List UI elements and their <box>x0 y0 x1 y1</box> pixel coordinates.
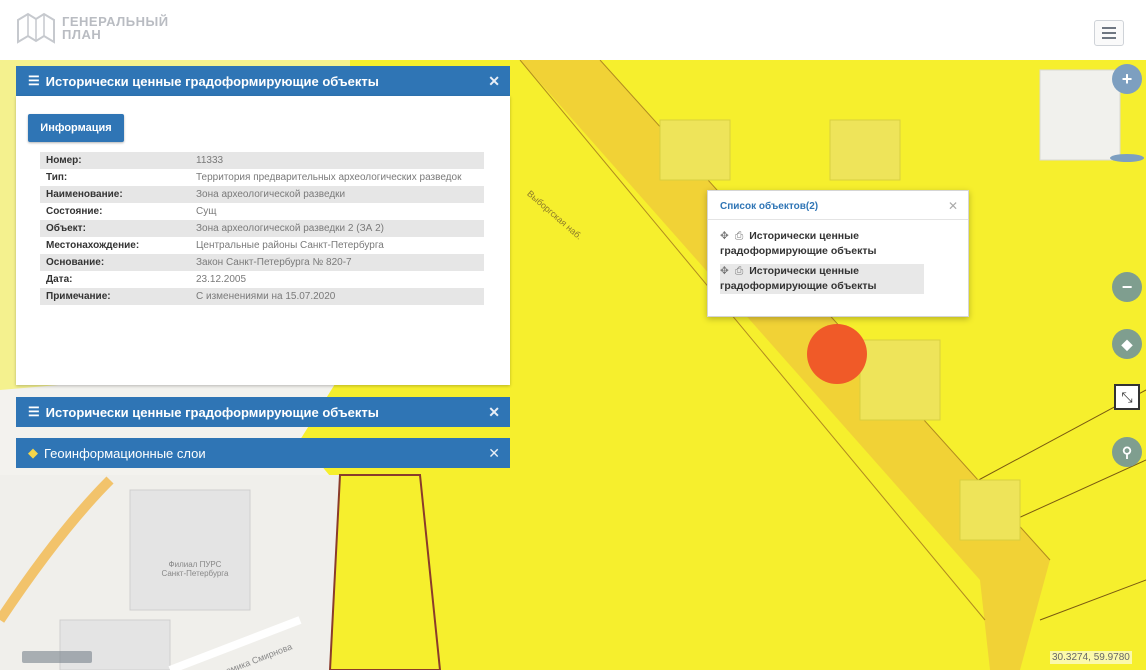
attr-key: Примечание: <box>40 288 190 305</box>
logo-text: ГЕНЕРАЛЬНЫЙ ПЛАН <box>62 15 168 42</box>
logo-line-2: ПЛАН <box>62 27 102 42</box>
collapsed-panel-title: Исторически ценные градоформирующие объе… <box>45 404 379 420</box>
zone-area <box>328 474 442 670</box>
attr-key: Тип: <box>46 172 68 183</box>
map-building <box>129 489 251 611</box>
attr-value: Центральные районы Санкт-Петербурга <box>196 240 384 251</box>
print-icon[interactable]: ⎙ <box>735 230 743 242</box>
popup-list-item[interactable]: ✥ ⎙ Исторически ценные градоформирующие об… <box>720 264 924 294</box>
close-icon[interactable]: ✕ <box>488 445 500 462</box>
cursor-coordinates: 30.3274, 59.9780 <box>1050 651 1132 664</box>
menu-line-icon <box>1102 32 1116 34</box>
objects-list-popup: Список объектов(2) ✕ ✥ ⎙ Исторически ценны… <box>707 190 969 317</box>
info-tab-button[interactable]: Информация <box>28 114 124 142</box>
popup-title: Список объектов(2) <box>720 201 819 212</box>
zoom-in-button[interactable]: + <box>1112 64 1142 94</box>
popup-item-label: Исторически ценные градоформирующие объе… <box>720 265 877 292</box>
close-icon[interactable]: ✕ <box>488 404 500 421</box>
hamburger-menu-button[interactable] <box>1094 20 1124 46</box>
attr-value: Сущ <box>196 206 217 217</box>
attr-key: Местонахождение: <box>46 240 140 251</box>
list-icon: ☰ <box>28 73 40 88</box>
layers-panel-header[interactable]: ◆ Геоинформационные слои ✕ <box>16 438 510 468</box>
table-row: Объект: Зона археологической разведки 2 (… <box>40 220 484 237</box>
table-row: Дата: 23.12.2005 <box>40 271 484 288</box>
zoom-slider-handle[interactable] <box>1110 154 1144 162</box>
search-icon[interactable]: ⚲ <box>1112 437 1142 467</box>
map-building <box>859 339 941 421</box>
detail-panel-header[interactable]: ☰ Исторически ценные градоформирующие об… <box>16 66 510 96</box>
close-icon[interactable]: ✕ <box>488 73 500 90</box>
map-building <box>959 479 1021 541</box>
divider <box>708 219 968 220</box>
attr-value: Территория предварительных археологическ… <box>196 172 462 183</box>
popup-item-label: Исторически ценные градоформирующие объе… <box>720 230 877 257</box>
attr-value: Зона археологической разведки 2 (ЗА 2) <box>190 220 484 237</box>
menu-line-icon <box>1102 37 1116 39</box>
close-icon[interactable]: ✕ <box>948 199 958 213</box>
table-row: Наименование: Зона археологической развед… <box>40 186 484 203</box>
move-icon[interactable]: ✥ <box>720 265 729 277</box>
attr-key: Наименование: <box>40 186 190 203</box>
map-building <box>1039 69 1121 161</box>
scale-bar <box>22 651 92 663</box>
attributes-table: Номер: 11333 Тип: Территория предварительн… <box>40 152 484 305</box>
collapsed-panel-header[interactable]: ☰ Исторически ценные градоформирующие об… <box>16 397 510 427</box>
detail-panel-body: Информация Номер: 11333 Тип: Территория пр… <box>16 96 510 385</box>
attr-value: 11333 <box>190 152 484 169</box>
attr-key: Объект: <box>40 220 190 237</box>
top-bar: ГЕНЕРАЛЬНЫЙ ПЛАН <box>0 0 1146 60</box>
table-row: Номер: 11333 <box>40 152 484 169</box>
attr-key: Номер: <box>40 152 190 169</box>
attr-key: Дата: <box>46 274 73 285</box>
zoom-out-button[interactable]: − <box>1112 272 1142 302</box>
attr-key: Состояние: <box>46 206 103 217</box>
table-row: Примечание: С изменениями на 15.07.2020 <box>40 288 484 305</box>
layers-icon[interactable]: ◆ <box>1112 329 1142 359</box>
table-row: Местонахождение: Центральные районы Санкт… <box>40 237 484 254</box>
print-icon[interactable]: ⎙ <box>735 265 743 277</box>
attr-key: Основание: <box>40 254 190 271</box>
layers-icon: ◆ <box>28 445 38 460</box>
table-row: Основание: Закон Санкт-Петербурга № 820-7 <box>40 254 484 271</box>
attr-value: С изменениями на 15.07.2020 <box>190 288 484 305</box>
attr-value: Зона археологической разведки <box>190 186 484 203</box>
logo-icon <box>17 12 55 44</box>
list-icon: ☰ <box>28 404 40 419</box>
attr-value: Закон Санкт-Петербурга № 820-7 <box>190 254 484 271</box>
move-icon[interactable]: ✥ <box>720 230 729 242</box>
table-row: Тип: Территория предварительных археологи… <box>40 169 484 186</box>
map-building <box>829 119 901 181</box>
layers-panel-title: Геоинформационные слои <box>44 445 206 461</box>
detail-panel-title: Исторически ценные градоформирующие объе… <box>45 73 379 89</box>
map-building-label: Филиал ПУРС Санкт-Петербурга <box>161 560 229 578</box>
selected-point-marker[interactable] <box>807 324 867 384</box>
popup-list-item[interactable]: ✥ ⎙ Исторически ценные градоформирующие об… <box>720 229 924 259</box>
fullscreen-icon[interactable]: ⤡ <box>1114 384 1140 410</box>
menu-line-icon <box>1102 27 1116 29</box>
table-row: Состояние: Сущ <box>40 203 484 220</box>
logo: ГЕНЕРАЛЬНЫЙ ПЛАН <box>16 10 168 46</box>
map-building <box>659 119 731 181</box>
attr-value: 23.12.2005 <box>196 274 247 285</box>
